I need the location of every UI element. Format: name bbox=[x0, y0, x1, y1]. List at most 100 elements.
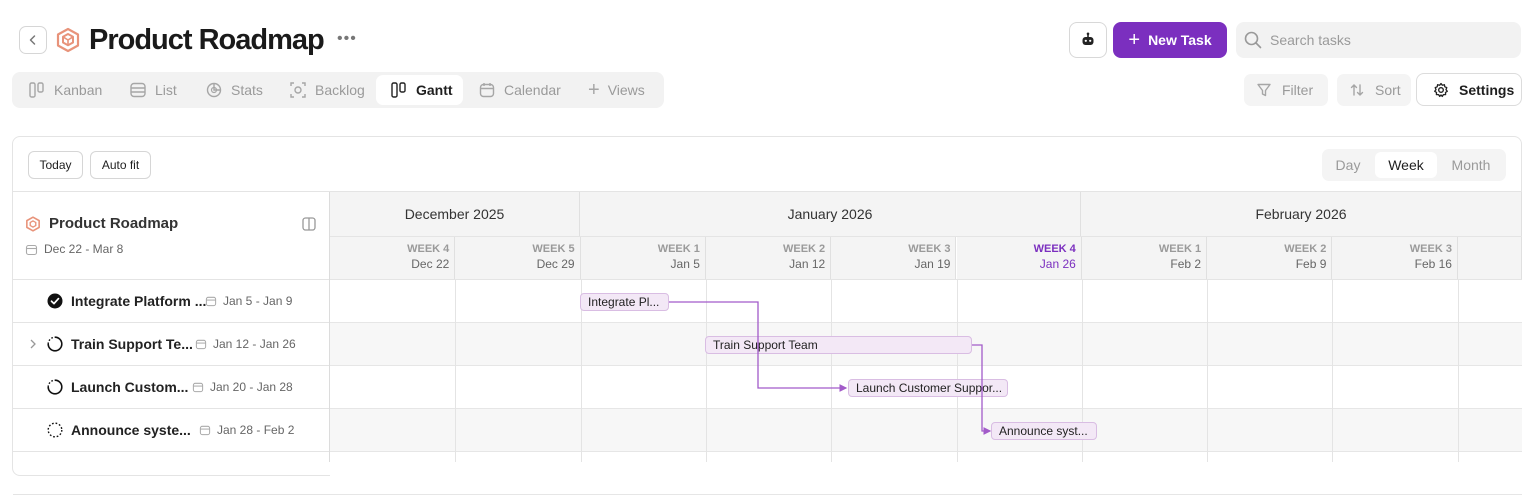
divider bbox=[13, 322, 330, 323]
expand-chevron-icon[interactable] bbox=[28, 337, 38, 355]
task-bar[interactable]: Announce syst... bbox=[991, 422, 1097, 440]
week-cell: WEEK 2 Feb 9 bbox=[1207, 237, 1333, 279]
tab-gantt[interactable]: Gantt bbox=[376, 75, 463, 105]
grid-line bbox=[705, 280, 707, 462]
divider bbox=[330, 236, 1522, 237]
page-title: Product Roadmap bbox=[89, 24, 325, 56]
calendar-icon bbox=[199, 425, 211, 436]
month-cell: January 2026 bbox=[580, 192, 1081, 236]
week-cell: WEEK 2 Jan 12 bbox=[705, 237, 832, 279]
task-name[interactable]: Train Support Te... bbox=[71, 336, 193, 352]
status-todo-icon[interactable] bbox=[47, 422, 63, 443]
timescale-switcher: Day Week Month bbox=[1322, 149, 1506, 181]
view-tabs: Kanban List Stats Backlog Gantt Calendar… bbox=[12, 72, 664, 108]
collapse-panel-icon[interactable] bbox=[301, 216, 317, 232]
divider bbox=[329, 192, 330, 462]
tab-list[interactable]: List bbox=[115, 75, 191, 105]
status-done-icon[interactable] bbox=[47, 293, 63, 314]
task-name[interactable]: Announce syste... bbox=[71, 422, 191, 438]
week-number: WEEK 4 bbox=[1033, 243, 1076, 255]
search-input[interactable] bbox=[1270, 32, 1510, 48]
grid-line bbox=[1457, 280, 1459, 462]
scale-month-option[interactable]: Month bbox=[1439, 152, 1503, 178]
week-number: WEEK 4 bbox=[407, 243, 450, 255]
tab-kanban[interactable]: Kanban bbox=[14, 75, 118, 105]
week-number: WEEK 3 bbox=[908, 243, 951, 255]
week-cell: WEEK 4 Jan 26 bbox=[956, 237, 1082, 279]
grid-line bbox=[455, 280, 457, 462]
task-dates-text: Jan 5 - Jan 9 bbox=[223, 294, 293, 308]
task-name[interactable]: Integrate Platform ... bbox=[71, 293, 206, 309]
task-dates-text: Jan 12 - Jan 26 bbox=[213, 337, 296, 351]
task-bar[interactable]: Integrate Pl... bbox=[580, 293, 669, 311]
divider bbox=[13, 279, 330, 280]
task-name[interactable]: Launch Custom... bbox=[71, 379, 188, 395]
gear-icon bbox=[1434, 82, 1448, 97]
week-date: Dec 29 bbox=[536, 257, 575, 271]
search-box[interactable] bbox=[1236, 22, 1521, 58]
month-cell: December 2025 bbox=[330, 192, 580, 236]
week-cell: WEEK 1 Jan 5 bbox=[580, 237, 706, 279]
tab-stats[interactable]: Stats bbox=[191, 75, 275, 105]
sort-button[interactable]: Sort bbox=[1337, 74, 1411, 106]
scale-week-option[interactable]: Week bbox=[1375, 152, 1437, 178]
filter-icon bbox=[1257, 83, 1271, 97]
divider bbox=[13, 365, 330, 366]
task-bar[interactable]: Train Support Team bbox=[705, 336, 972, 354]
project-range: Dec 22 - Mar 8 bbox=[25, 242, 123, 256]
task-dates: Jan 12 - Jan 26 bbox=[195, 337, 296, 351]
divider bbox=[13, 451, 330, 452]
task-dates-text: Jan 20 - Jan 28 bbox=[210, 380, 293, 394]
more-options-icon[interactable]: ••• bbox=[337, 31, 357, 47]
new-task-button[interactable]: + New Task bbox=[1113, 22, 1227, 58]
divider bbox=[13, 408, 330, 409]
back-button[interactable] bbox=[19, 26, 47, 54]
sort-label: Sort bbox=[1375, 82, 1401, 98]
search-icon bbox=[1244, 31, 1262, 49]
task-dates: Jan 5 - Jan 9 bbox=[205, 294, 292, 308]
tab-label: Stats bbox=[231, 82, 263, 98]
filter-button[interactable]: Filter bbox=[1244, 74, 1328, 106]
week-date: Jan 5 bbox=[670, 257, 700, 271]
tab-label: Kanban bbox=[54, 82, 103, 98]
week-number: WEEK 2 bbox=[1284, 243, 1327, 255]
week-number: WEEK 1 bbox=[1158, 243, 1202, 255]
scale-day-option[interactable]: Day bbox=[1325, 152, 1371, 178]
task-bar[interactable]: Launch Customer Suppor... bbox=[848, 379, 1008, 397]
tab-label: Calendar bbox=[504, 82, 561, 98]
week-number: WEEK 3 bbox=[1409, 243, 1452, 255]
gantt-icon bbox=[391, 82, 406, 98]
week-cell: WEEK 5 Dec 29 bbox=[455, 237, 581, 279]
chevron-left-icon bbox=[29, 35, 36, 45]
robot-icon bbox=[1082, 32, 1094, 45]
stats-icon bbox=[206, 82, 222, 98]
tab-label: Gantt bbox=[416, 82, 453, 98]
week-date: Jan 19 bbox=[914, 257, 951, 271]
week-date: Dec 22 bbox=[411, 257, 450, 271]
auto-fit-button[interactable]: Auto fit bbox=[90, 151, 151, 179]
ai-assistant-button[interactable] bbox=[1069, 22, 1107, 58]
calendar-icon bbox=[25, 244, 38, 255]
status-in-progress-icon[interactable] bbox=[47, 336, 63, 357]
plus-icon: + bbox=[1128, 29, 1141, 51]
list-icon bbox=[130, 82, 146, 98]
project-logo-icon bbox=[26, 216, 40, 232]
settings-button[interactable]: Settings bbox=[1416, 73, 1522, 106]
tab-backlog[interactable]: Backlog bbox=[275, 75, 376, 105]
week-date: Feb 9 bbox=[1295, 257, 1327, 271]
week-date: Jan 12 bbox=[789, 257, 826, 271]
status-in-progress-icon[interactable] bbox=[47, 379, 63, 400]
week-number: WEEK 5 bbox=[532, 243, 575, 255]
timeline-row bbox=[330, 452, 1522, 495]
tab-views[interactable]: + Views bbox=[574, 75, 662, 105]
calendar-icon bbox=[195, 339, 207, 350]
tab-calendar[interactable]: Calendar bbox=[464, 75, 574, 105]
tab-label: Backlog bbox=[315, 82, 365, 98]
today-button[interactable]: Today bbox=[28, 151, 83, 179]
grid-line bbox=[831, 280, 833, 462]
grid-line bbox=[956, 280, 958, 462]
project-title: Product Roadmap bbox=[49, 215, 179, 232]
week-number: WEEK 2 bbox=[783, 243, 826, 255]
week-cell: WEEK 3 Jan 19 bbox=[831, 237, 957, 279]
task-dates: Jan 20 - Jan 28 bbox=[192, 380, 293, 394]
